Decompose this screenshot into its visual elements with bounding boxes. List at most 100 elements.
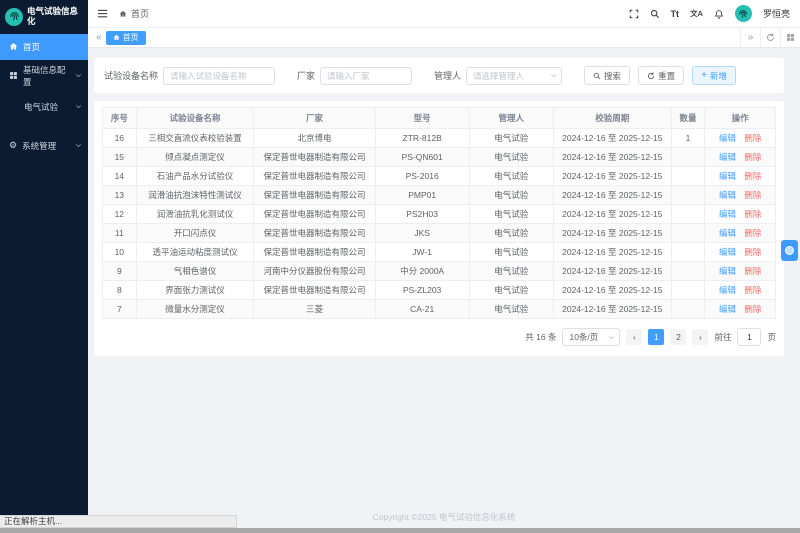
device-name-input[interactable] xyxy=(163,67,275,85)
vendor-input[interactable] xyxy=(320,67,412,85)
cell-manager: 电气试验 xyxy=(469,186,553,205)
cell-period: 2024-12-16 至 2025-12-15 xyxy=(553,205,671,224)
edit-link[interactable]: 编辑 xyxy=(719,209,736,219)
goto-label: 前往 xyxy=(714,331,731,343)
cell-manager: 电气试验 xyxy=(469,224,553,243)
goto-page-input[interactable] xyxy=(737,328,761,346)
cell-operation: 编辑 删除 xyxy=(705,243,776,262)
vendor-label: 厂家 xyxy=(297,69,315,82)
cell-qty xyxy=(671,300,705,319)
delete-link[interactable]: 删除 xyxy=(744,228,761,238)
fullscreen-icon[interactable] xyxy=(629,9,639,19)
tabs-scroll-right-icon[interactable]: » xyxy=(740,28,760,47)
search-icon[interactable] xyxy=(650,9,660,19)
browser-status-bar: 正在解析主机... xyxy=(0,515,237,528)
delete-link[interactable]: 删除 xyxy=(744,247,761,257)
cell-no: 10 xyxy=(103,243,137,262)
edit-link[interactable]: 编辑 xyxy=(719,152,736,162)
add-button[interactable]: + 新增 xyxy=(692,66,736,85)
sidebar-item-system-management[interactable]: ⚙ 系统管理 xyxy=(0,130,88,162)
refresh-icon[interactable] xyxy=(760,28,780,47)
cell-vendor: 保定普世电器制造有限公司 xyxy=(254,224,375,243)
edit-link[interactable]: 编辑 xyxy=(719,133,736,143)
grid-icon xyxy=(9,71,18,80)
cell-qty: 1 xyxy=(671,129,705,148)
cell-period: 2024-12-16 至 2025-12-15 xyxy=(553,148,671,167)
prev-page-icon[interactable]: ‹ xyxy=(626,329,642,345)
bottom-scrollbar-track[interactable] xyxy=(0,528,800,533)
floating-assistant-button[interactable] xyxy=(781,240,798,261)
reset-button[interactable]: 重置 xyxy=(638,66,684,85)
top-header: 首页 Tt 文A 罗恒亮 xyxy=(88,0,800,28)
cell-vendor: 北京博电 xyxy=(254,129,375,148)
table-row: 9 气相色谱仪 河南中分仪器股份有限公司 中分 2000A 电气试验 2024-… xyxy=(103,262,776,281)
app-title: 电气试验信息化 xyxy=(27,7,83,27)
delete-link[interactable]: 删除 xyxy=(744,171,761,181)
page-button-2[interactable]: 2 xyxy=(670,329,686,345)
cell-operation: 编辑 删除 xyxy=(705,224,776,243)
cell-no: 8 xyxy=(103,281,137,300)
search-button[interactable]: 搜索 xyxy=(584,66,630,85)
cell-device-name: 石油产品水分试验仪 xyxy=(136,167,254,186)
cell-device-name: 三相交直流仪表校验装置 xyxy=(136,129,254,148)
delete-link[interactable]: 删除 xyxy=(744,285,761,295)
translate-icon[interactable]: 文A xyxy=(690,8,703,19)
delete-link[interactable]: 删除 xyxy=(744,133,761,143)
sidebar-item-home[interactable]: 首页 xyxy=(0,34,88,60)
tab-label: 首页 xyxy=(123,32,139,43)
bell-icon[interactable] xyxy=(714,9,724,19)
font-size-icon[interactable]: Tt xyxy=(671,9,680,19)
breadcrumb[interactable]: 首页 xyxy=(119,7,149,20)
cell-qty xyxy=(671,224,705,243)
edit-link[interactable]: 编辑 xyxy=(719,228,736,238)
edit-link[interactable]: 编辑 xyxy=(719,266,736,276)
edit-link[interactable]: 编辑 xyxy=(719,171,736,181)
tab-bar: « 首页 » xyxy=(88,28,800,48)
edit-link[interactable]: 编辑 xyxy=(719,190,736,200)
cell-operation: 编辑 删除 xyxy=(705,129,776,148)
table-row: 7 微量水分测定仪 三菱 CA-21 电气试验 2024-12-16 至 202… xyxy=(103,300,776,319)
delete-link[interactable]: 删除 xyxy=(744,304,761,314)
page-button-1[interactable]: 1 xyxy=(648,329,664,345)
edit-link[interactable]: 编辑 xyxy=(719,304,736,314)
username[interactable]: 罗恒亮 xyxy=(763,7,790,20)
sidebar-item-basic-config[interactable]: 基础信息配置 xyxy=(0,60,88,92)
content-area: 试验设备名称 厂家 管理人 请选择管理人 搜索 重置 + 新增 xyxy=(88,48,800,533)
header-toolbar: Tt 文A 罗恒亮 xyxy=(629,5,790,22)
search-icon xyxy=(593,72,601,80)
cell-device-name: 倾点凝点测定仪 xyxy=(136,148,254,167)
col-model: 型号 xyxy=(375,108,469,129)
sidebar-item-label: 首页 xyxy=(23,41,40,53)
cell-period: 2024-12-16 至 2025-12-15 xyxy=(553,262,671,281)
edit-link[interactable]: 编辑 xyxy=(719,247,736,257)
page-size-value: 10条/页 xyxy=(569,331,598,343)
cell-device-name: 气相色谱仪 xyxy=(136,262,254,281)
gear-icon: ⚙ xyxy=(9,141,17,150)
delete-link[interactable]: 删除 xyxy=(744,190,761,200)
next-page-icon[interactable]: › xyxy=(692,329,708,345)
delete-link[interactable]: 删除 xyxy=(744,152,761,162)
total-count: 共 16 条 xyxy=(525,331,556,343)
cell-no: 12 xyxy=(103,205,137,224)
delete-link[interactable]: 删除 xyxy=(744,266,761,276)
col-manager: 管理人 xyxy=(469,108,553,129)
cell-period: 2024-12-16 至 2025-12-15 xyxy=(553,167,671,186)
cell-period: 2024-12-16 至 2025-12-15 xyxy=(553,300,671,319)
hamburger-menu-icon[interactable] xyxy=(98,8,109,19)
cell-vendor: 保定普世电器制造有限公司 xyxy=(254,205,375,224)
sidebar-item-label: 基础信息配置 xyxy=(23,64,70,88)
tab-home[interactable]: 首页 xyxy=(106,31,146,45)
manager-select[interactable]: 请选择管理人 xyxy=(466,67,562,85)
cell-model: PS-QN601 xyxy=(375,148,469,167)
delete-link[interactable]: 删除 xyxy=(744,209,761,219)
user-avatar[interactable] xyxy=(735,5,752,22)
cell-period: 2024-12-16 至 2025-12-15 xyxy=(553,281,671,300)
col-qty: 数量 xyxy=(671,108,705,129)
edit-link[interactable]: 编辑 xyxy=(719,285,736,295)
tabs-collapse-left-icon[interactable]: « xyxy=(92,33,106,43)
cell-model: PS2H03 xyxy=(375,205,469,224)
layout-grid-icon[interactable] xyxy=(780,28,800,47)
page-size-select[interactable]: 10条/页 xyxy=(562,328,620,346)
sidebar-item-electrical-test[interactable]: 电气试验 xyxy=(0,92,88,122)
chevron-down-icon xyxy=(608,334,615,341)
